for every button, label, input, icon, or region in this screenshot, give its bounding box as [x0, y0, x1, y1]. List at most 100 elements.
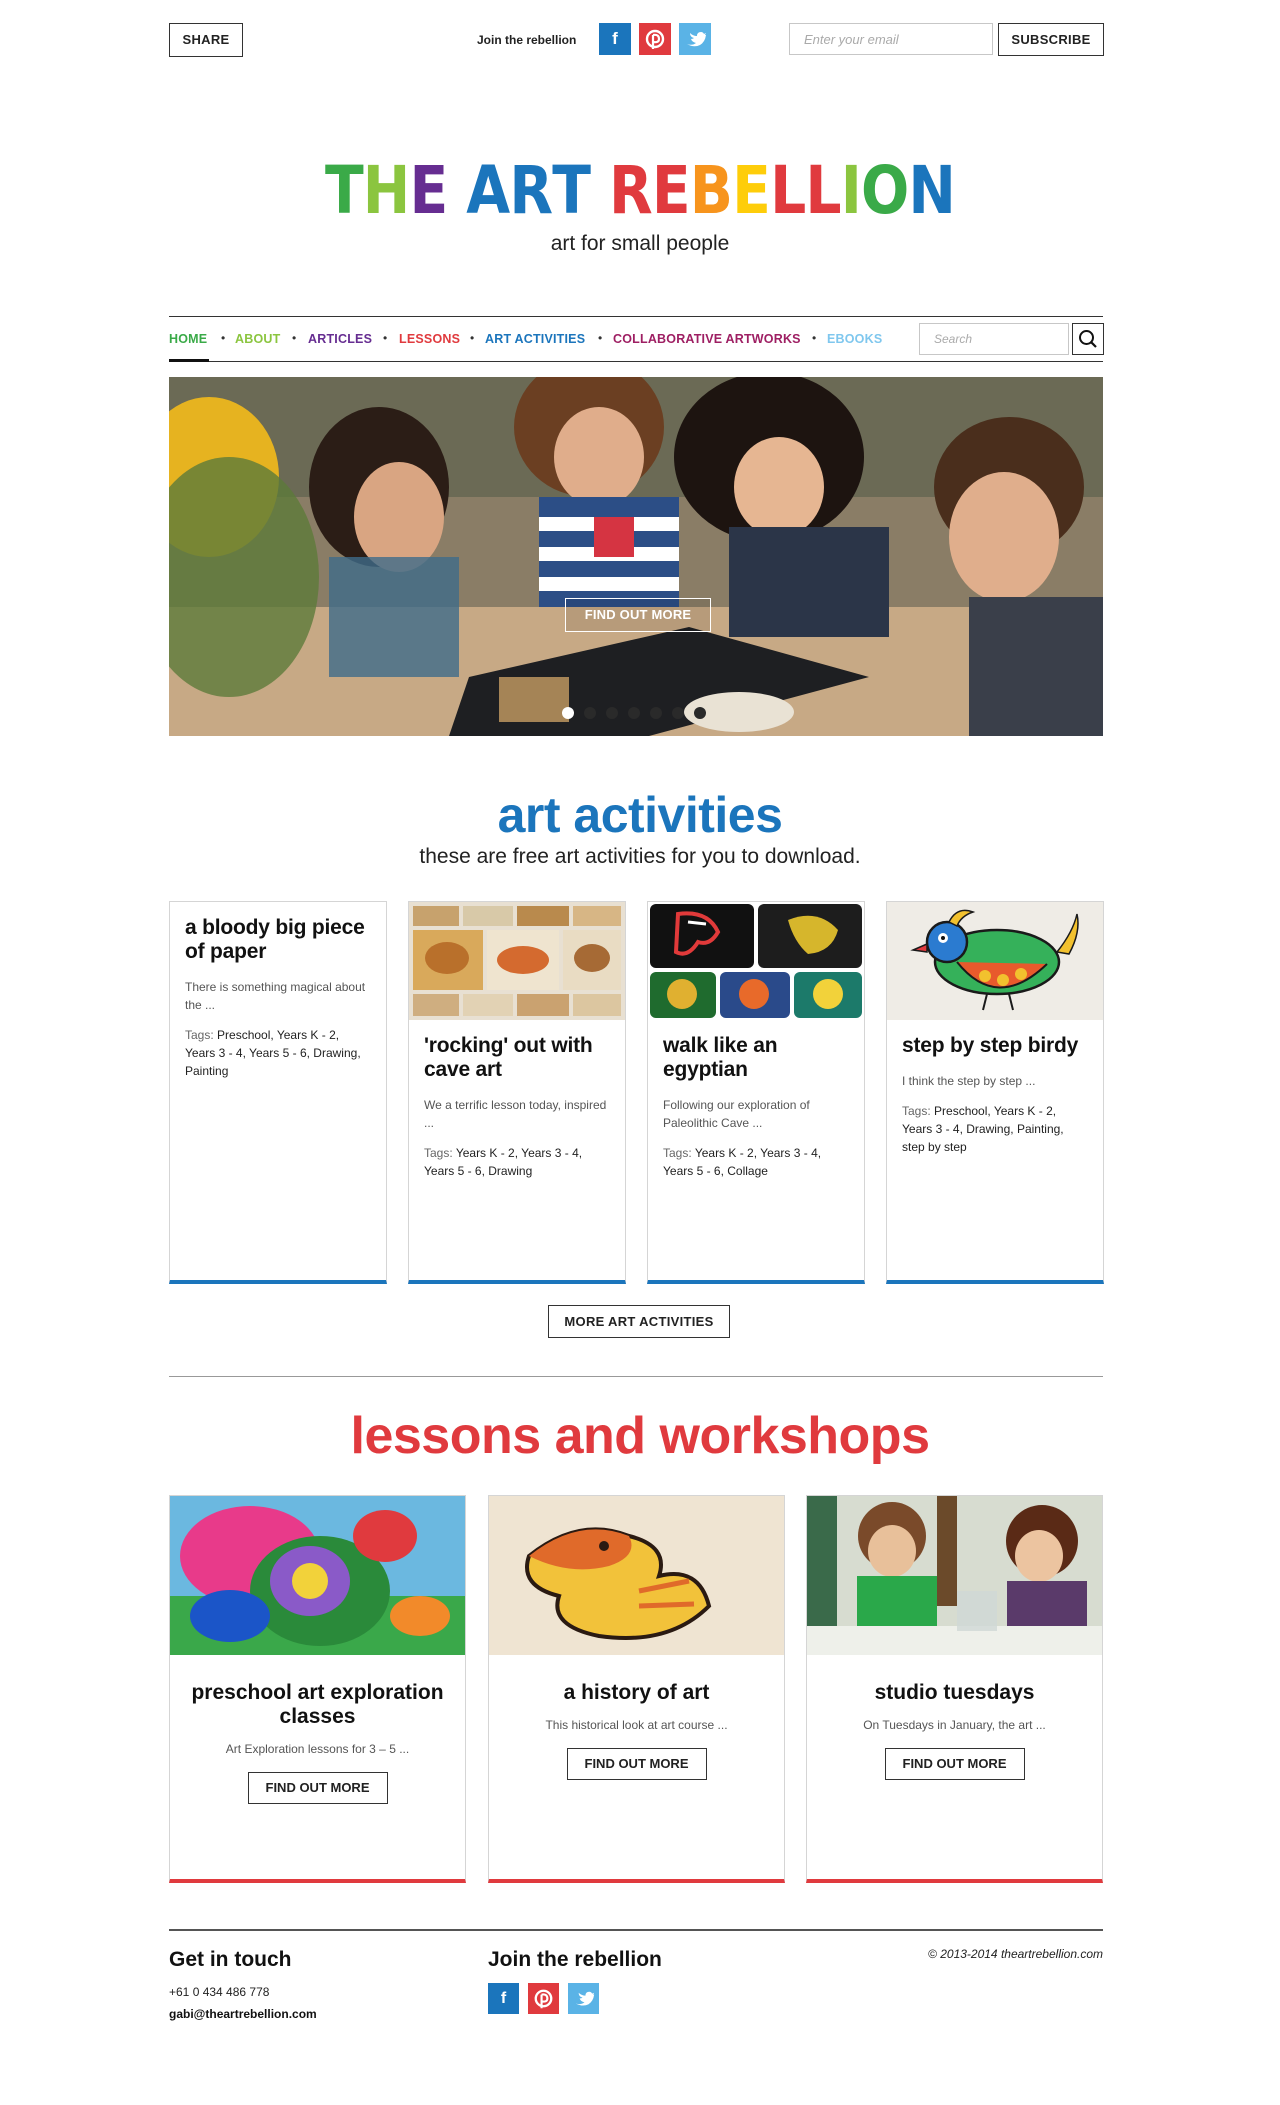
nav-item-ebooks[interactable]: EBOOKS — [827, 332, 882, 346]
lesson-card-excerpt: Art Exploration lessons for 3 – 5 ... — [225, 1742, 410, 1756]
slider-dot[interactable] — [606, 707, 618, 719]
activity-card[interactable]: 'rocking' out with cave art We a terrifi… — [408, 901, 626, 1284]
logo-letter: E — [651, 152, 691, 229]
logo-letter: A — [466, 152, 510, 229]
lesson-card-title[interactable]: studio tuesdays — [807, 1681, 1102, 1705]
top-bar: SHARE Join the rebellion f SUBSCRIBE — [169, 23, 1104, 57]
subscribe-button[interactable]: SUBSCRIBE — [998, 23, 1104, 56]
lesson-card[interactable]: a history of art This historical look at… — [488, 1495, 785, 1883]
twitter-glyph — [687, 32, 706, 47]
logo-letter: L — [805, 152, 841, 229]
activity-card-tags: Tags: Years K - 2, Years 3 - 4, Years 5 … — [424, 1144, 610, 1180]
hero-slider[interactable]: FIND OUT MORE — [169, 377, 1103, 736]
slider-dot[interactable] — [672, 707, 684, 719]
logo-letter: E — [409, 152, 448, 229]
share-button[interactable]: SHARE — [169, 23, 243, 57]
footer-email[interactable]: gabi@theartrebellion.com — [169, 2007, 317, 2021]
main-nav: HOME • ABOUT • ARTICLES • LESSONS • ART … — [169, 316, 1104, 362]
facebook-icon[interactable]: f — [599, 23, 631, 55]
lesson-card-excerpt: On Tuesdays in January, the art ... — [863, 1718, 1046, 1732]
activity-card[interactable]: step by step birdy I think the step by s… — [886, 901, 1104, 1284]
activity-card-title[interactable]: 'rocking' out with cave art — [424, 1034, 610, 1082]
nav-item-articles[interactable]: ARTICLES — [308, 332, 372, 346]
nav-separator: • — [470, 331, 475, 345]
logo-letter — [447, 152, 466, 229]
find-out-more-button[interactable]: FIND OUT MORE — [884, 1748, 1025, 1780]
lesson-card-excerpt: This historical look at art course ... — [545, 1718, 728, 1732]
join-rebellion-text: Join the rebellion — [477, 33, 577, 47]
lesson-card[interactable]: preschool art exploration classes Art Ex… — [169, 1495, 466, 1883]
logo-letter: I — [840, 152, 862, 229]
activity-card-title[interactable]: walk like an egyptian — [663, 1034, 849, 1082]
pinterest-icon[interactable] — [528, 1983, 559, 2014]
slider-dot[interactable] — [628, 707, 640, 719]
footer-copyright: © 2013-2014 theartrebellion.com — [928, 1947, 1103, 1961]
tags-prefix: Tags: — [185, 1028, 218, 1042]
twitter-icon[interactable] — [679, 23, 711, 55]
nav-item-lessons[interactable]: LESSONS — [399, 332, 460, 346]
logo-letter: B — [689, 152, 733, 229]
slider-dot[interactable] — [562, 707, 574, 719]
art-activities-subtitle: these are free art activities for you to… — [419, 845, 861, 868]
search-icon — [1079, 330, 1097, 348]
find-out-more-button[interactable]: FIND OUT MORE — [247, 1772, 388, 1804]
logo-letter: T — [552, 152, 591, 229]
activity-card[interactable]: a bloody big piece of paper There is som… — [169, 901, 387, 1284]
birdy-thumbnail[interactable] — [887, 902, 1103, 1020]
egyptian-art-thumbnail[interactable] — [648, 902, 864, 1020]
logo-letter — [590, 152, 609, 229]
nav-item-collaborative-artworks[interactable]: COLLABORATIVE ARTWORKS — [613, 332, 801, 346]
slider-dot[interactable] — [650, 707, 662, 719]
activity-card-excerpt: Following our exploration of Paleolithic… — [663, 1098, 810, 1130]
nav-item-art-activities[interactable]: ART ACTIVITIES — [485, 332, 585, 346]
activity-card-excerpt: We a terrific lesson today, inspired ... — [424, 1098, 607, 1130]
logo-letter: O — [860, 152, 909, 229]
find-out-more-button[interactable]: FIND OUT MORE — [566, 1748, 707, 1780]
site-logo[interactable]: THE ART REBELLION — [90, 152, 1191, 229]
art-activities-heading: art activities — [497, 787, 783, 843]
activity-card-body: step by step birdy I think the step by s… — [887, 1020, 1103, 1156]
email-input[interactable] — [789, 23, 993, 55]
slider-dot[interactable] — [694, 707, 706, 719]
footer-join-heading: Join the rebellion — [488, 1948, 662, 1971]
logo-letter: L — [770, 152, 806, 229]
tags-prefix: Tags: — [902, 1104, 935, 1118]
activity-card-tags: Tags: Preschool, Years K - 2, Years 3 - … — [902, 1102, 1088, 1156]
activity-card-body: 'rocking' out with cave art We a terrifi… — [409, 1020, 625, 1180]
activity-card-tags: Tags: Preschool, Years K - 2, Years 3 - … — [185, 1026, 371, 1080]
history-of-art-thumbnail[interactable] — [489, 1496, 784, 1655]
logo-letter: H — [362, 152, 411, 229]
slider-dot[interactable] — [584, 707, 596, 719]
activity-card-body: walk like an egyptian Following our expl… — [648, 1020, 864, 1180]
activity-card-title[interactable]: step by step birdy — [902, 1034, 1088, 1058]
preschool-art-thumbnail[interactable] — [170, 1496, 465, 1655]
twitter-glyph — [575, 1991, 595, 2006]
hero-find-out-more-button[interactable]: FIND OUT MORE — [565, 598, 711, 632]
search-button[interactable] — [1072, 323, 1104, 355]
activity-card[interactable]: walk like an egyptian Following our expl… — [647, 901, 865, 1284]
nav-item-about[interactable]: ABOUT — [235, 332, 280, 346]
more-art-activities-button[interactable]: MORE ART ACTIVITIES — [548, 1305, 730, 1338]
logo-letter: R — [608, 152, 653, 229]
lessons-heading: lessons and workshops — [350, 1407, 931, 1465]
studio-tuesdays-thumbnail[interactable] — [807, 1496, 1102, 1655]
lesson-card[interactable]: studio tuesdays On Tuesdays in January, … — [806, 1495, 1103, 1883]
hero-photo — [169, 377, 1103, 736]
tags-prefix: Tags: — [424, 1146, 456, 1160]
facebook-icon[interactable]: f — [488, 1983, 519, 2014]
footer-divider — [169, 1929, 1103, 1931]
nav-separator: • — [812, 331, 817, 345]
activity-card-body: a bloody big piece of paper There is som… — [170, 902, 386, 1080]
pinterest-glyph — [645, 29, 665, 49]
footer-phone[interactable]: +61 0 434 486 778 — [169, 1985, 269, 1999]
activity-card-title[interactable]: a bloody big piece of paper — [185, 916, 371, 964]
lesson-card-title[interactable]: preschool art exploration classes — [170, 1681, 465, 1729]
nav-item-home[interactable]: HOME — [169, 332, 207, 346]
lesson-card-title[interactable]: a history of art — [489, 1681, 784, 1705]
search-input[interactable] — [919, 323, 1069, 355]
pinterest-icon[interactable] — [639, 23, 671, 55]
nav-separator: • — [292, 331, 297, 345]
tags-prefix: Tags: — [663, 1146, 695, 1160]
cave-art-thumbnail[interactable] — [409, 902, 625, 1020]
twitter-icon[interactable] — [568, 1983, 599, 2014]
